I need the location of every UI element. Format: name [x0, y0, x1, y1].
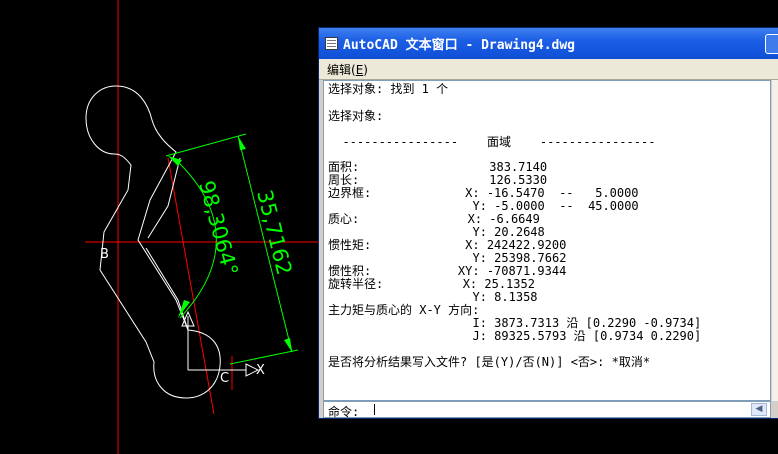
title-bar[interactable]: AutoCAD 文本窗口 - Drawing4.dwg [319, 28, 778, 59]
dimension-arrow-top [238, 136, 246, 150]
ucs-x-label: X [256, 363, 265, 378]
command-input[interactable] [376, 402, 736, 416]
autocad-text-window[interactable]: AutoCAD 文本窗口 - Drawing4.dwg 编辑(E) 选择对象: … [318, 27, 778, 419]
dimension-angle-text: 98,3064° [194, 178, 242, 278]
menu-edit-label: 编辑( [327, 63, 356, 77]
text-caret [374, 404, 375, 415]
text-line: 选择对象: 找到 1 个 [328, 82, 449, 96]
window-title: AutoCAD 文本窗口 - Drawing4.dwg [343, 38, 576, 53]
menu-edit-close: ) [363, 63, 368, 77]
scroll-left-arrow-icon[interactable]: ◀ [751, 403, 767, 416]
minimize-button[interactable] [765, 34, 778, 54]
text-line: J: 89325.5793 沿 [0.9734 0.2290] [328, 329, 702, 343]
menu-edit[interactable]: 编辑(E) [327, 61, 368, 78]
region-inner-edge-lower [145, 247, 189, 331]
vertical-scrollbar[interactable] [772, 80, 778, 401]
text-window-icon [325, 37, 338, 50]
menu-bar: 编辑(E) [319, 59, 778, 80]
point-label-c: C [220, 371, 229, 386]
command-prompt: 命令: [328, 405, 360, 419]
dimension-extension-top [165, 133, 247, 157]
text-output-area[interactable]: 选择对象: 找到 1 个 选择对象: ---------------- 面域 -… [323, 80, 771, 401]
point-label-b: B [100, 247, 109, 262]
dimension-extension-bottom [229, 349, 299, 365]
command-line[interactable]: 命令: ◀ [323, 401, 771, 419]
dimension-arrow-bottom [284, 338, 292, 352]
text-line: 是否将分析结果写入文件? [是(Y)/否(N)] <否>: *取消* [328, 355, 651, 369]
text-line: 选择对象: [328, 109, 384, 123]
text-line: ---------------- 面域 ---------------- [328, 135, 656, 149]
dimension-length-text: 35,7162 [252, 187, 296, 277]
